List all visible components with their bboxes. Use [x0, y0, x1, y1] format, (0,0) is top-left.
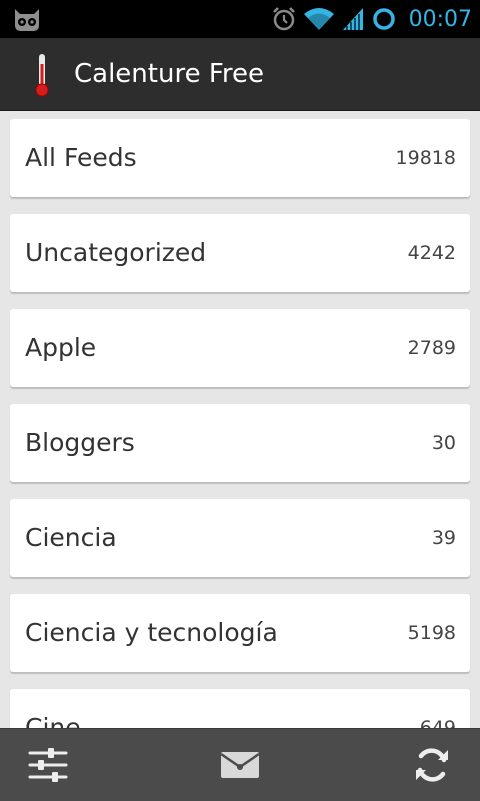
feed-label: Bloggers — [25, 428, 135, 457]
feed-count: 5198 — [407, 622, 456, 644]
feed-count: 649 — [419, 717, 456, 728]
mark-read-button[interactable] — [192, 729, 288, 801]
feed-count: 39 — [431, 527, 456, 549]
bottom-action-bar — [0, 728, 480, 801]
feed-item-bloggers[interactable]: Bloggers 30 — [10, 404, 470, 482]
feed-count: 30 — [431, 432, 456, 454]
thermometer-icon[interactable] — [30, 52, 54, 98]
status-icons: 00:07 — [271, 0, 472, 38]
refresh-icon — [416, 748, 448, 782]
action-bar: Calenture Free — [0, 38, 480, 111]
app-title: Calenture Free — [74, 59, 265, 89]
alarm-icon — [272, 7, 295, 31]
feed-item-ciencia-y-tecnologia[interactable]: Ciencia y tecnología 5198 — [10, 594, 470, 672]
signal-icon — [342, 8, 363, 30]
feed-label: Apple — [25, 333, 97, 362]
status-bar: 00:07 — [0, 0, 480, 38]
feed-count: 2789 — [407, 337, 456, 359]
settings-sliders-icon — [28, 748, 68, 782]
wifi-icon — [303, 8, 334, 30]
feed-item-all-feeds[interactable]: All Feeds 19818 — [10, 119, 470, 197]
feed-label: All Feeds — [25, 143, 137, 172]
feed-label: Ciencia y tecnología — [25, 618, 278, 647]
feed-label: Ciencia — [25, 523, 117, 552]
settings-button[interactable] — [0, 729, 96, 801]
feed-item-uncategorized[interactable]: Uncategorized 4242 — [10, 214, 470, 292]
status-time: 00:07 — [408, 6, 472, 32]
cyanogen-icon — [15, 9, 39, 31]
feed-item-cine[interactable]: Cine 649 — [10, 689, 470, 728]
sync-circle-icon — [372, 8, 395, 30]
feed-list[interactable]: All Feeds 19818 Uncategorized 4242 Apple… — [0, 110, 480, 728]
feed-item-apple[interactable]: Apple 2789 — [10, 309, 470, 387]
mail-icon — [220, 752, 260, 778]
feed-item-ciencia[interactable]: Ciencia 39 — [10, 499, 470, 577]
feed-label: Uncategorized — [25, 238, 207, 267]
feed-count: 4242 — [407, 242, 456, 264]
feed-label: Cine — [25, 713, 81, 728]
feed-count: 19818 — [395, 147, 456, 169]
refresh-button[interactable] — [384, 729, 480, 801]
